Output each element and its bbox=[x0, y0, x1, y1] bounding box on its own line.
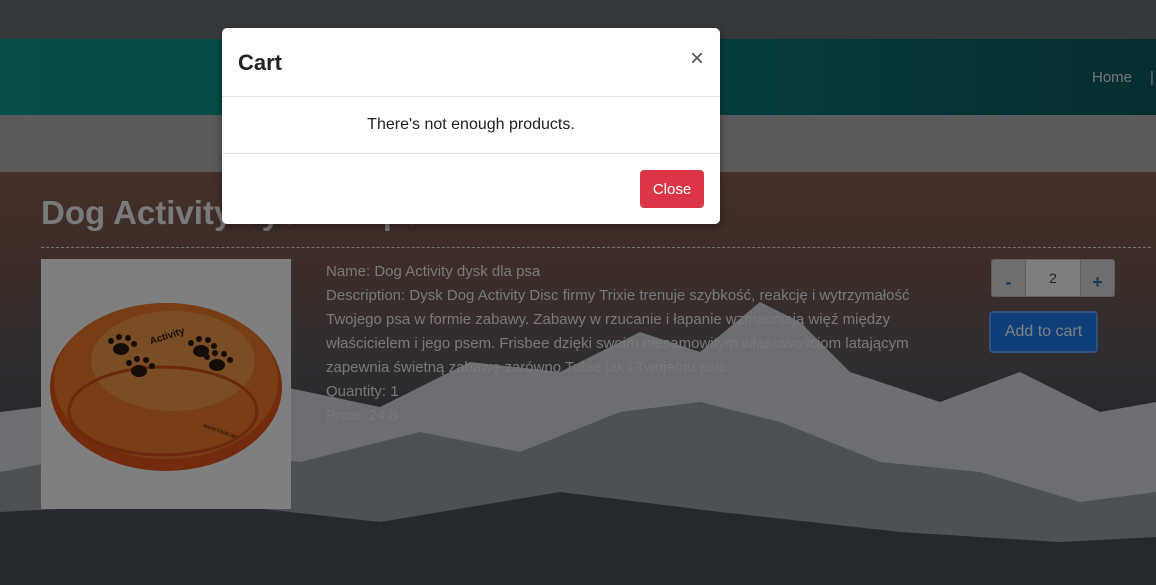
modal-title: Cart bbox=[238, 50, 283, 75]
modal-header: Cart × bbox=[222, 28, 720, 97]
modal-message: There's not enough products. bbox=[367, 116, 575, 133]
close-button[interactable]: Close bbox=[640, 170, 704, 208]
close-icon[interactable]: × bbox=[690, 47, 704, 71]
cart-modal: Cart × There's not enough products. Clos… bbox=[222, 28, 720, 224]
modal-body: There's not enough products. bbox=[222, 97, 720, 154]
modal-footer: Close bbox=[222, 154, 720, 224]
